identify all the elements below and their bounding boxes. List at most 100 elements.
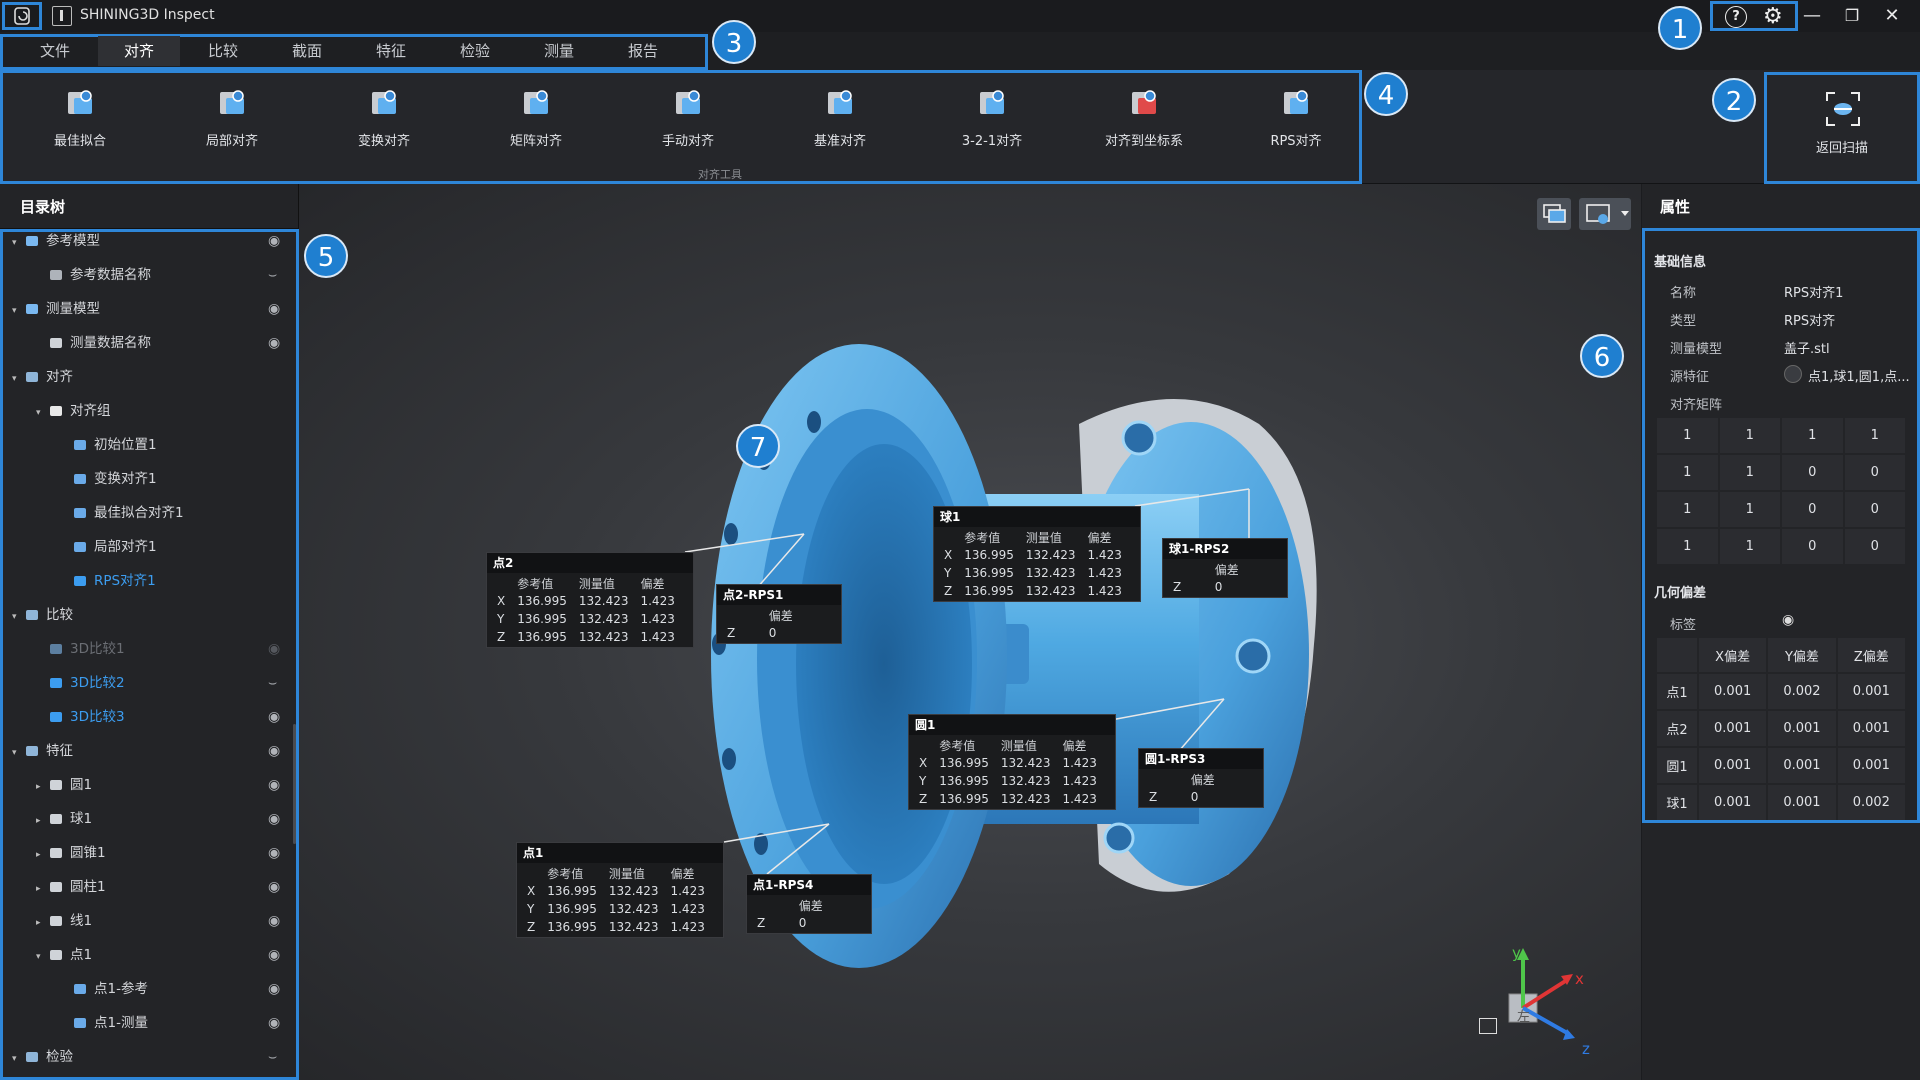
- tree-item[interactable]: 初始位置1: [60, 428, 292, 462]
- settings-gear-icon[interactable]: ⚙: [1763, 4, 1783, 29]
- expand-arrow-icon[interactable]: ▸: [36, 838, 50, 872]
- tool-button-5[interactable]: 基准对齐: [780, 84, 900, 164]
- tree-item[interactable]: ▸ 线1 ◉: [36, 904, 292, 938]
- return-scan-button[interactable]: 返回扫描: [1764, 72, 1920, 184]
- tab-3[interactable]: 截面: [266, 36, 348, 66]
- rps-annotation-box[interactable]: 圆1-RPS3 偏差 Z 0: [1138, 748, 1264, 808]
- tree-item[interactable]: 测量数据名称 ◉: [36, 326, 292, 360]
- rps-value: 0: [1214, 580, 1223, 594]
- tree-item[interactable]: ▸ 圆柱1 ◉: [36, 870, 292, 904]
- tree-item[interactable]: ▸ 圆锥1 ◉: [36, 836, 292, 870]
- tree-item[interactable]: 局部对齐1: [60, 530, 292, 564]
- tool-button-2[interactable]: 变换对齐: [324, 84, 444, 164]
- geo-deviation-header[interactable]: 几何偏差: [1654, 582, 1706, 601]
- expand-arrow-icon[interactable]: ▸: [36, 906, 50, 940]
- visibility-eye-icon[interactable]: ⌣: [268, 258, 277, 292]
- tree-item[interactable]: ▸ 圆1 ◉: [36, 768, 292, 802]
- tree-item[interactable]: 点1-测量 ◉: [60, 1006, 292, 1040]
- visibility-eye-icon[interactable]: ◉: [268, 870, 280, 904]
- view-swap-icon[interactable]: [1537, 198, 1571, 230]
- fit-view-icon[interactable]: [1479, 1018, 1497, 1034]
- expand-arrow-icon[interactable]: ▾: [12, 294, 26, 328]
- close-button[interactable]: ✕: [1878, 4, 1906, 28]
- source-feature-icon[interactable]: [1784, 365, 1802, 383]
- basic-info-header[interactable]: 基础信息: [1654, 251, 1706, 270]
- annotation-cell: Z: [919, 792, 928, 806]
- help-icon[interactable]: ?: [1725, 6, 1747, 28]
- tree-item[interactable]: 3D比较1 ◉: [36, 632, 292, 666]
- expand-arrow-icon[interactable]: ▾: [12, 736, 26, 770]
- tab-0[interactable]: 文件: [14, 36, 96, 66]
- expand-arrow-icon[interactable]: ▾: [12, 362, 26, 396]
- tree-item[interactable]: ▸ 球1 ◉: [36, 802, 292, 836]
- tree-item[interactable]: ▾ 检验 ⌣: [12, 1040, 292, 1074]
- expand-arrow-icon[interactable]: ▾: [12, 226, 26, 260]
- tree-item[interactable]: ▾ 点1 ◉: [36, 938, 292, 972]
- back-button[interactable]: [2, 2, 42, 30]
- matrix-cell: 1: [1657, 455, 1718, 490]
- visibility-eye-icon[interactable]: ◉: [268, 938, 280, 972]
- tool-button-1[interactable]: 局部对齐: [172, 84, 292, 164]
- tab-5[interactable]: 检验: [434, 36, 516, 66]
- tool-button-4[interactable]: 手动对齐: [628, 84, 748, 164]
- tree-item[interactable]: RPS对齐1: [60, 564, 292, 598]
- rps-annotation-box[interactable]: 点1-RPS4 偏差 Z 0: [746, 874, 872, 934]
- expand-arrow-icon[interactable]: ▸: [36, 872, 50, 906]
- tree-item[interactable]: ▾ 参考模型 ◉: [12, 224, 292, 258]
- expand-arrow-icon[interactable]: ▸: [36, 770, 50, 804]
- expand-arrow-icon[interactable]: ▸: [36, 804, 50, 838]
- tool-icon: [1284, 90, 1308, 114]
- annotation-box[interactable]: 点2 参考值 测量值 偏差 X 136.995 132.423 1.423 Y 136.995 13…: [486, 552, 694, 648]
- minimize-button[interactable]: —: [1798, 4, 1826, 28]
- visibility-eye-icon[interactable]: ◉: [268, 292, 280, 326]
- visibility-eye-icon[interactable]: ◉: [268, 632, 280, 666]
- visibility-eye-icon[interactable]: ◉: [268, 734, 280, 768]
- tree-item[interactable]: ▾ 测量模型 ◉: [12, 292, 292, 326]
- view-display-dropdown[interactable]: [1579, 198, 1631, 230]
- expand-arrow-icon[interactable]: ▾: [12, 600, 26, 634]
- rps-annotation-box[interactable]: 球1-RPS2 偏差 Z 0: [1162, 538, 1288, 598]
- visibility-eye-icon[interactable]: ◉: [268, 700, 280, 734]
- tree-item[interactable]: 参考数据名称 ⌣: [36, 258, 292, 292]
- tree-item[interactable]: 最佳拟合对齐1: [60, 496, 292, 530]
- visibility-eye-icon[interactable]: ◉: [268, 836, 280, 870]
- visibility-eye-icon[interactable]: ◉: [268, 1006, 280, 1040]
- annotation-box[interactable]: 点1 参考值 测量值 偏差 X 136.995 132.423 1.423 Y 136.995 13…: [516, 842, 724, 938]
- restore-button[interactable]: ❐: [1838, 4, 1866, 28]
- tree-item[interactable]: 3D比较2 ⌣: [36, 666, 292, 700]
- expand-arrow-icon[interactable]: ▾: [36, 396, 50, 430]
- tab-4[interactable]: 特征: [350, 36, 432, 66]
- rps-annotation-box[interactable]: 点2-RPS1 偏差 Z 0: [716, 584, 842, 644]
- tool-button-7[interactable]: 对齐到坐标系: [1084, 84, 1204, 164]
- tool-button-3[interactable]: 矩阵对齐: [476, 84, 596, 164]
- visibility-eye-icon[interactable]: ⌣: [268, 1040, 277, 1074]
- tab-1[interactable]: 对齐: [98, 36, 180, 66]
- rps-value: 0: [768, 626, 777, 640]
- tool-button-6[interactable]: 3-2-1对齐: [932, 84, 1052, 164]
- visibility-eye-icon[interactable]: ◉: [268, 768, 280, 802]
- tree-item[interactable]: ▾ 特征 ◉: [12, 734, 292, 768]
- label-eye-icon[interactable]: ◉: [1782, 612, 1794, 628]
- tab-6[interactable]: 测量: [518, 36, 600, 66]
- tree-item[interactable]: 3D比较3 ◉: [36, 700, 292, 734]
- axis-triad[interactable]: [1479, 934, 1609, 1054]
- visibility-eye-icon[interactable]: ◉: [268, 972, 280, 1006]
- tool-button-8[interactable]: RPS对齐: [1236, 84, 1356, 164]
- tab-7[interactable]: 报告: [602, 36, 684, 66]
- visibility-eye-icon[interactable]: ◉: [268, 802, 280, 836]
- annotation-box[interactable]: 圆1 参考值 测量值 偏差 X 136.995 132.423 1.423 Y 136.995 13…: [908, 714, 1116, 810]
- tree-item[interactable]: 变换对齐1: [60, 462, 292, 496]
- visibility-eye-icon[interactable]: ◉: [268, 326, 280, 360]
- visibility-eye-icon[interactable]: ◉: [268, 224, 280, 258]
- tree-item[interactable]: ▾ 比较: [12, 598, 292, 632]
- expand-arrow-icon[interactable]: ▾: [12, 1042, 26, 1076]
- visibility-eye-icon[interactable]: ⌣: [268, 666, 277, 700]
- tab-2[interactable]: 比较: [182, 36, 264, 66]
- tree-item[interactable]: ▾ 对齐组: [36, 394, 292, 428]
- tree-item[interactable]: 点1-参考 ◉: [60, 972, 292, 1006]
- tool-button-0[interactable]: 最佳拟合: [20, 84, 140, 164]
- visibility-eye-icon[interactable]: ◉: [268, 904, 280, 938]
- tree-item[interactable]: ▾ 对齐: [12, 360, 292, 394]
- annotation-box[interactable]: 球1 参考值 测量值 偏差 X 136.995 132.423 1.423 Y 136.995 13…: [933, 506, 1141, 602]
- expand-arrow-icon[interactable]: ▾: [36, 940, 50, 974]
